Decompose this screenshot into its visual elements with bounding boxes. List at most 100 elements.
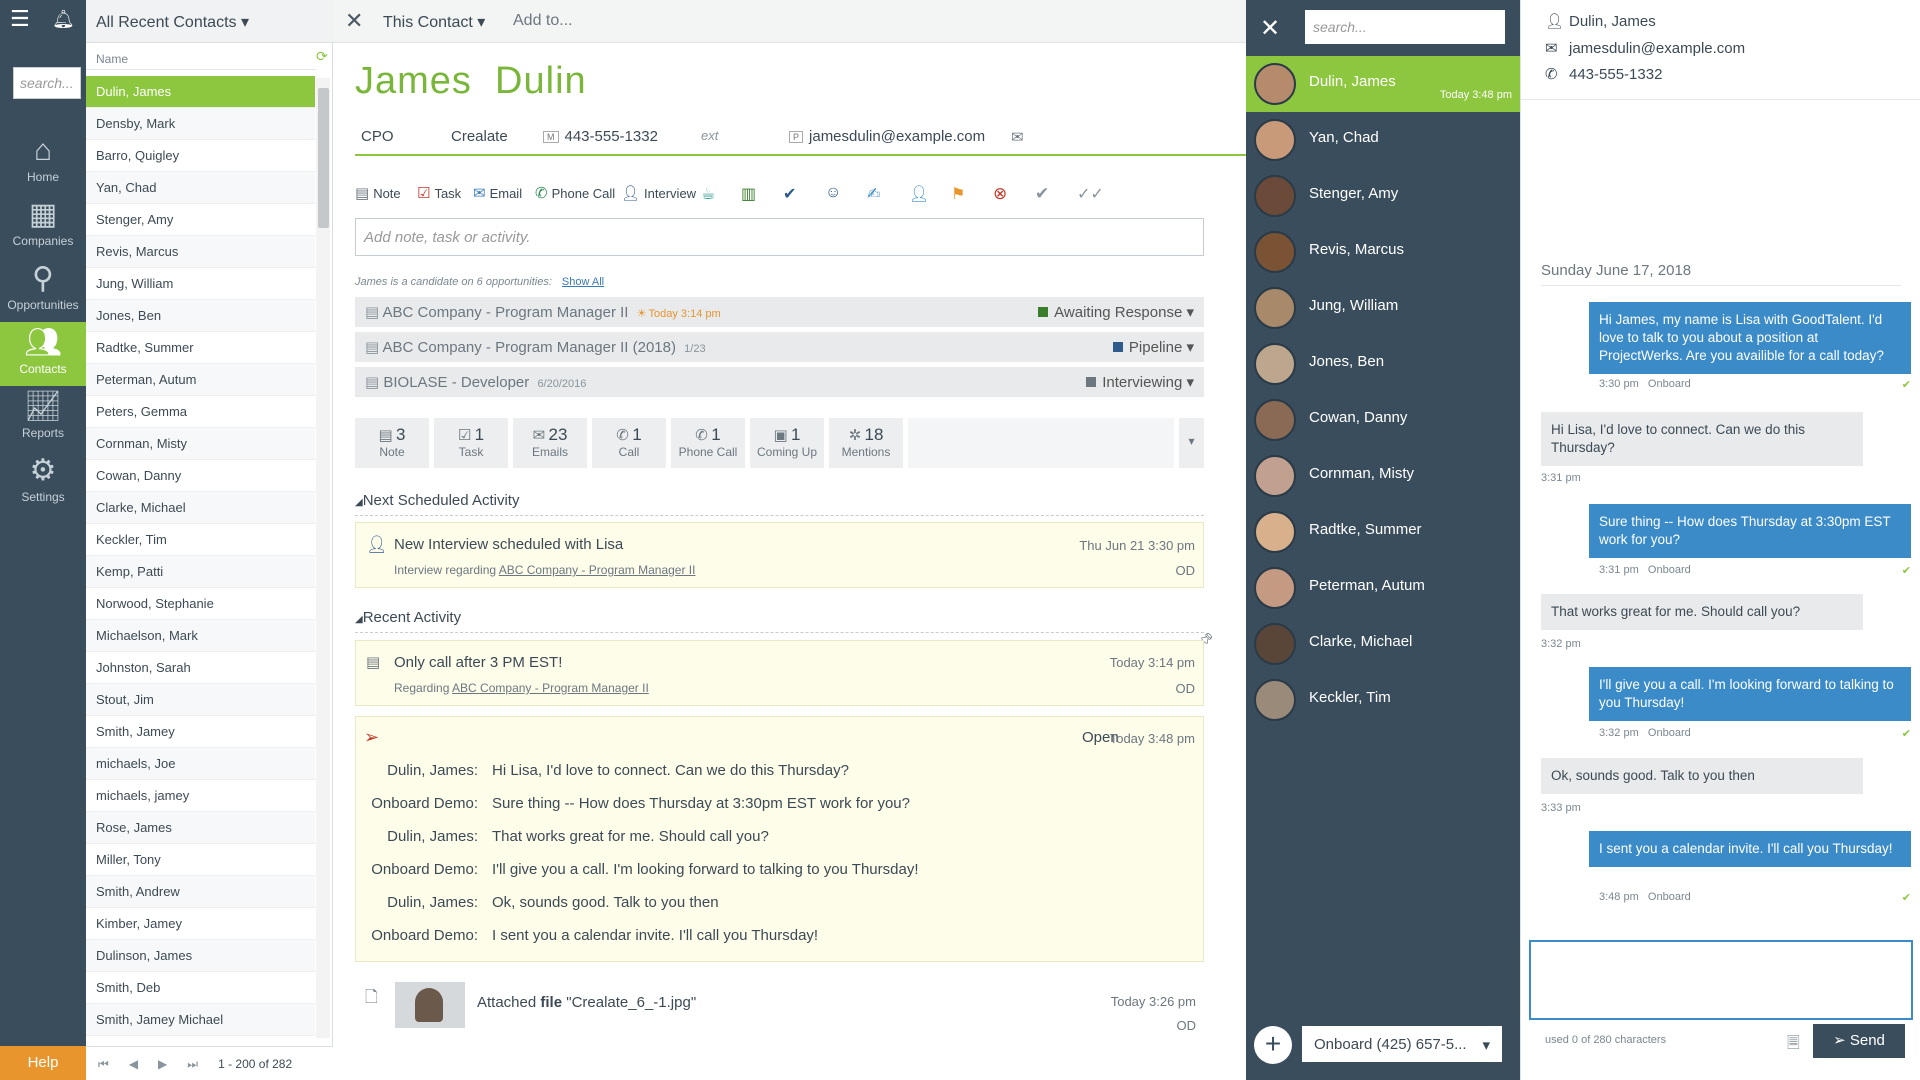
tiles-expand-icon[interactable]: ▾ <box>1179 418 1204 468</box>
contact-row[interactable]: Smith, Jamey <box>86 716 315 748</box>
send-button[interactable]: ➢ Send <box>1813 1024 1905 1058</box>
contact-row[interactable]: Dulin, James <box>86 76 315 108</box>
phone-ext[interactable]: ext <box>701 128 718 143</box>
opportunity-row[interactable]: ▤ BIOLASE - Developer 6/20/2016 Intervie… <box>355 367 1204 397</box>
contact-row[interactable]: Revis, Marcus <box>86 236 315 268</box>
nav-settings[interactable]: ⚙ Settings <box>0 450 86 514</box>
contact-row[interactable]: Stout, Jim <box>86 684 315 716</box>
first-page-icon[interactable]: ⏮ <box>98 1057 109 1071</box>
contact-row[interactable]: Johnston, Sarah <box>86 652 315 684</box>
contact-row[interactable]: Densby, Mark <box>86 108 315 140</box>
chat-row[interactable]: Yan, Chad <box>1246 112 1520 168</box>
contact-row[interactable]: michaels, jamey <box>86 780 315 812</box>
contact-company[interactable]: Crealate <box>451 128 508 145</box>
opportunity-link[interactable]: ABC Company - Program Manager II <box>499 563 696 577</box>
nav-opportunities[interactable]: ⚲ Opportunities <box>0 258 86 322</box>
email-compose-icon[interactable]: ✉ <box>1011 128 1024 146</box>
person-icon[interactable]: 👤︎ <box>909 184 929 204</box>
tile-note[interactable]: ▤ 3 Note <box>355 418 429 468</box>
chat-row[interactable]: Cornman, Misty <box>1246 448 1520 504</box>
opportunity-row[interactable]: ▤ ABC Company - Program Manager II (2018… <box>355 332 1204 362</box>
chat-row[interactable]: Cowan, Danny <box>1246 392 1520 448</box>
attachment-thumbnail[interactable] <box>395 982 465 1028</box>
opportunity-link[interactable]: ABC Company - Program Manager II <box>452 681 649 695</box>
contact-row[interactable]: Michaelson, Mark <box>86 620 315 652</box>
next-activity-card[interactable]: 👤︎ New Interview scheduled with Lisa Int… <box>355 522 1204 588</box>
approve-icon[interactable]: ✔ <box>1035 184 1049 204</box>
contact-phone[interactable]: 443-555-1332 <box>565 128 658 145</box>
signature-icon[interactable]: ✍ <box>867 184 880 204</box>
chat-row[interactable]: Clarke, Michael <box>1246 616 1520 672</box>
opportunity-status[interactable]: Interviewing ▾ <box>1086 373 1194 391</box>
menu-icon[interactable]: ☰ <box>10 8 34 30</box>
contact-row[interactable]: Smith, Deb <box>86 972 315 1004</box>
template-icon[interactable]: 🗏 <box>1787 1032 1800 1059</box>
email-action[interactable]: ✉ Email <box>473 184 522 202</box>
tile-phone-call[interactable]: ✆ 1 Phone Call <box>671 418 745 468</box>
add-to-button[interactable]: Add to... <box>513 12 573 30</box>
sms-thread-card[interactable]: ➢ Open Today 3:48 pm Dulin, James: Hi Lis… <box>355 716 1204 962</box>
nav-contacts[interactable]: 👥︎ Contacts <box>0 322 86 386</box>
tile-emails[interactable]: ✉ 23 Emails <box>513 418 587 468</box>
nav-home[interactable]: ⌂ Home <box>0 130 86 194</box>
coffee-icon[interactable]: ☕︎ <box>701 184 715 204</box>
file-activity-row[interactable]: 🗋 Attached file "Crealate_6_-1.jpg" Toda… <box>355 980 1204 1033</box>
name-column-header[interactable]: Name <box>86 46 316 70</box>
add-note-input[interactable]: Add note, task or activity. <box>355 218 1204 256</box>
help-button[interactable]: Help <box>0 1046 86 1080</box>
chat-row[interactable]: Revis, Marcus <box>1246 224 1520 280</box>
nav-reports[interactable]: 📈︎ Reports <box>0 386 86 450</box>
notifications-bell-icon[interactable]: 🔔︎ <box>52 9 75 29</box>
next-activity-header[interactable]: ◢Next Scheduled Activity <box>355 492 1204 516</box>
nav-companies[interactable]: ▦ Companies <box>0 194 86 258</box>
scope-dropdown[interactable]: This Contact ▾ <box>383 12 485 32</box>
chat-row[interactable]: Keckler, Tim <box>1246 672 1520 728</box>
contact-row[interactable]: Yan, Chad <box>86 172 315 204</box>
chat-search-input[interactable]: search... <box>1305 10 1505 44</box>
book-icon[interactable]: ▥ <box>741 184 756 204</box>
contact-row[interactable]: Norwood, Stephanie <box>86 588 315 620</box>
chat-row[interactable]: Jung, William <box>1246 280 1520 336</box>
list-view-dropdown[interactable]: All Recent Contacts ▾ <box>86 0 333 43</box>
contact-row[interactable]: Keckler, Tim <box>86 524 315 556</box>
opportunity-status[interactable]: Pipeline ▾ <box>1112 338 1194 356</box>
task-action[interactable]: ☑ Task <box>417 184 461 202</box>
contact-row[interactable]: Smith, Andrew <box>86 876 315 908</box>
contact-row[interactable]: Cornman, Misty <box>86 428 315 460</box>
chat-row[interactable]: Peterman, Autum <box>1246 560 1520 616</box>
checkmark-icon[interactable]: ✔ <box>783 184 796 204</box>
chat-row[interactable]: Dulin, James Today 3:48 pm <box>1246 56 1520 112</box>
next-page-icon[interactable]: ▶ <box>158 1057 167 1071</box>
contact-row[interactable]: Jones, Ben <box>86 300 315 332</box>
refresh-icon[interactable]: ⟳ <box>316 48 328 65</box>
tile-coming-up[interactable]: ▣ 1 Coming Up <box>750 418 824 468</box>
opportunity-status[interactable]: Awaiting Response ▾ <box>1038 303 1194 321</box>
tile-mentions[interactable]: ✲ 18 Mentions <box>829 418 903 468</box>
close-icon[interactable]: ✕ <box>345 8 363 34</box>
from-number-select[interactable]: Onboard (425) 657-5... ▾ <box>1302 1026 1502 1062</box>
contact-row[interactable]: Jung, William <box>86 268 315 300</box>
contact-row[interactable]: michaels, Joe <box>86 748 315 780</box>
prev-page-icon[interactable]: ◀ <box>129 1057 138 1071</box>
contact-row[interactable]: Kimber, Jamey <box>86 908 315 940</box>
note-action[interactable]: ▤ Note <box>355 184 401 202</box>
conversation-email[interactable]: jamesdulin@example.com <box>1569 40 1745 57</box>
contact-row[interactable]: Kemp, Patti <box>86 556 315 588</box>
chat-row[interactable]: Radtke, Summer <box>1246 504 1520 560</box>
new-chat-plus-icon[interactable]: + <box>1254 1026 1292 1064</box>
contact-title[interactable]: CPO <box>361 128 394 145</box>
contact-row[interactable]: Peters, Gemma <box>86 396 315 428</box>
chat-row[interactable]: Stenger, Amy <box>1246 168 1520 224</box>
tile-task[interactable]: ☑ 1 Task <box>434 418 508 468</box>
contact-row[interactable]: Barro, Quigley <box>86 140 315 172</box>
contact-row[interactable]: Peterman, Autum <box>86 364 315 396</box>
double-check-icon[interactable]: ✓✓ <box>1077 184 1104 204</box>
flag-icon[interactable]: ⚑ <box>951 184 965 204</box>
conversation-phone[interactable]: 443-555-1332 <box>1569 66 1662 83</box>
contact-row[interactable]: Smith, Jamey Michael <box>86 1004 315 1036</box>
recent-note-card[interactable]: ▤ Only call after 3 PM EST! Regarding AB… <box>355 640 1204 706</box>
phone-call-action[interactable]: ✆ Phone Call <box>535 184 615 202</box>
contact-row[interactable]: Clarke, Michael <box>86 492 315 524</box>
contact-row[interactable]: Cowan, Danny <box>86 460 315 492</box>
message-compose-input[interactable] <box>1529 940 1913 1020</box>
